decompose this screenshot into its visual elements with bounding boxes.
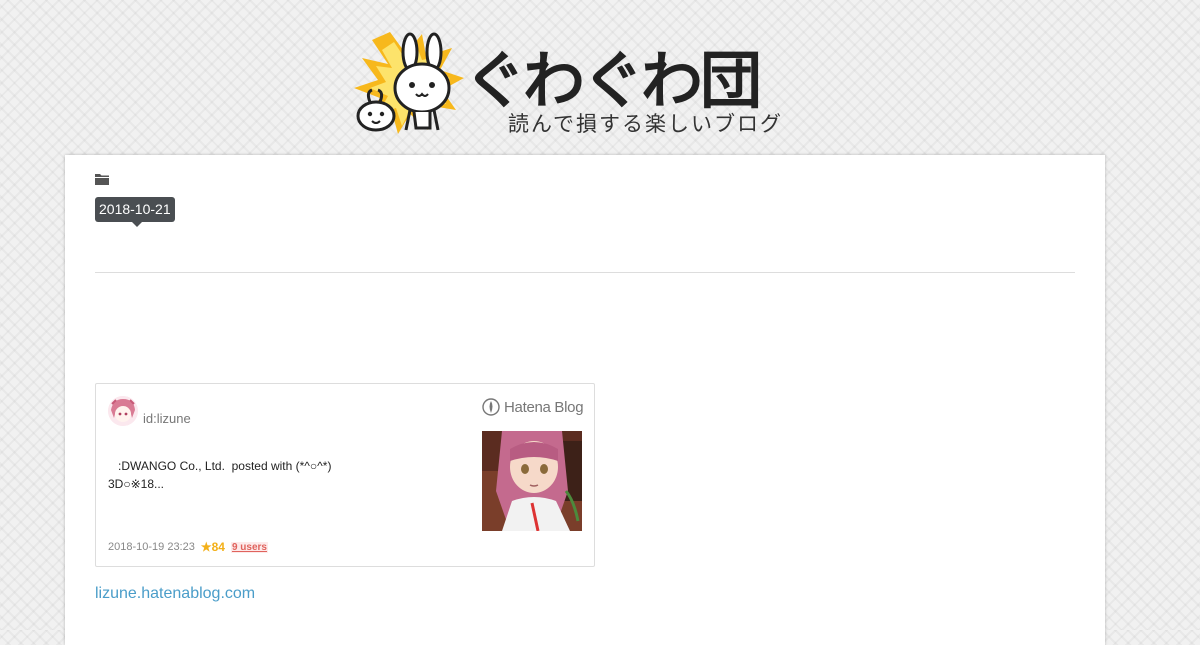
bookmark-users-link[interactable]: 9 users	[230, 541, 268, 553]
article-card: 2018-10-21 id:lizune Hatena Blog:DWANGO…	[65, 155, 1105, 645]
anime-avatar-icon[interactable]	[108, 396, 138, 426]
embed-meta: 2018-10-19 23:23 ★84 9 users	[108, 540, 268, 554]
hatena-blog-icon	[482, 398, 500, 416]
author-id-link[interactable]: id:lizune	[143, 411, 191, 426]
rabbit-mascot-icon	[354, 32, 464, 134]
site-title: ぐわぐわ団	[464, 44, 762, 117]
blog-embed-card[interactable]: id:lizune Hatena Blog :DWANGO Co., Ltd. …	[95, 383, 595, 567]
hatena-star-count[interactable]: ★84	[201, 540, 225, 554]
anime-girl-thumbnail[interactable]	[482, 431, 582, 531]
hatena-blog-logo[interactable]: Hatena Blog	[482, 397, 584, 417]
excerpt-line: 3D○※18...	[108, 477, 164, 491]
site-tagline: 読んで損する楽しいブログ	[508, 112, 783, 136]
site-logo[interactable]: ぐわぐわ団 読んで損する楽しいブログ	[352, 30, 852, 140]
excerpt-line: :DWANGO Co., Ltd. posted with (*^○^*)	[108, 459, 332, 473]
post-date-badge: 2018-10-21	[95, 197, 175, 227]
embed-excerpt: :DWANGO Co., Ltd. posted with (*^○^*) 3D…	[108, 457, 468, 493]
embed-datetime: 2018-10-19 23:23	[108, 541, 195, 553]
hatena-blog-label: Hatena Blog	[504, 398, 584, 416]
blog-site-link[interactable]: lizune.hatenablog.com	[95, 585, 255, 603]
folder-icon	[95, 174, 109, 185]
divider	[95, 272, 1075, 273]
